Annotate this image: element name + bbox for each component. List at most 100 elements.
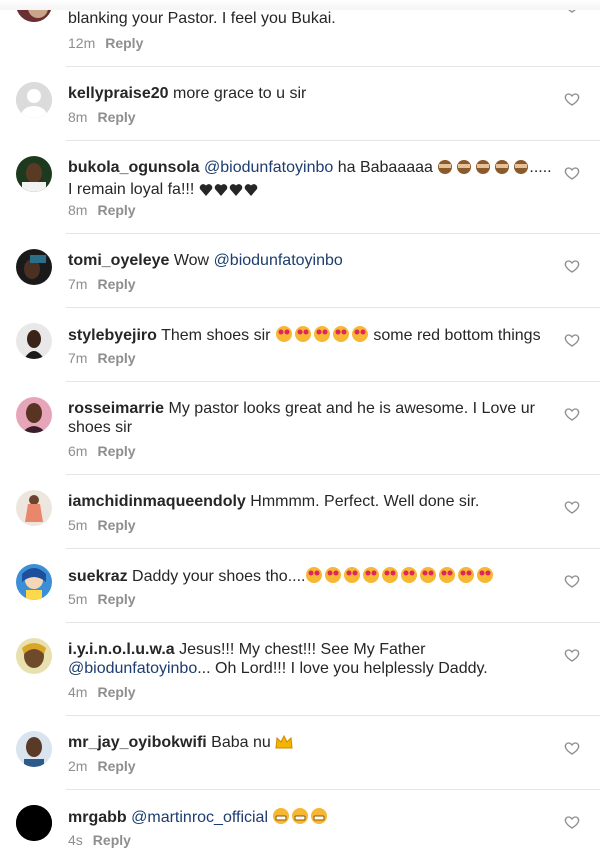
profile-photo-icon	[16, 564, 52, 600]
comment-body: Hmmmm. Perfect. Well done sir.	[250, 493, 480, 510]
comment-text: blanking your Pastor. I feel you Bukai.	[68, 9, 556, 28]
comment-text: i.y.i.n.o.l.u.w.a Jesus!!! My chest!!! S…	[68, 640, 556, 678]
heart-icon[interactable]	[564, 499, 580, 515]
profile-photo-icon	[16, 323, 52, 359]
heart-icon[interactable]	[564, 165, 580, 181]
avatar[interactable]	[16, 156, 52, 192]
comment-username[interactable]: suekraz	[68, 568, 128, 585]
comment-body: blanking your Pastor. I feel you Bukai.	[68, 10, 336, 27]
reply-button[interactable]: Reply	[97, 517, 135, 533]
comment-time: 8m	[68, 202, 88, 218]
divider	[66, 715, 600, 716]
comment-username[interactable]: i.y.i.n.o.l.u.w.a	[68, 641, 175, 658]
divider	[66, 307, 600, 308]
comment-username[interactable]: tomi_oyeleye	[68, 252, 169, 269]
comment-meta: 2m Reply	[68, 758, 136, 774]
avatar[interactable]	[16, 249, 52, 285]
avatar[interactable]	[16, 638, 52, 674]
profile-photo-icon	[16, 805, 52, 841]
comment-mention[interactable]: @martinroc_official	[131, 809, 268, 826]
avatar[interactable]	[16, 805, 52, 841]
comment-text: suekraz Daddy your shoes tho....	[68, 566, 556, 589]
heart-icon[interactable]	[564, 647, 580, 663]
reply-button[interactable]: Reply	[105, 35, 143, 51]
heart-eyes-emoji-icon	[305, 566, 495, 589]
comment-body: ha Babaaaaa	[337, 159, 433, 176]
comment-username[interactable]: rosseimarrie	[68, 400, 164, 417]
comment-meta: 5m Reply	[68, 517, 136, 533]
comment-body: more grace to u sir	[172, 85, 307, 102]
profile-photo-icon	[16, 249, 52, 285]
avatar[interactable]	[16, 731, 52, 767]
comment-body: Baba nu	[211, 734, 271, 751]
comment-mention[interactable]: @biodunfatoyinbo	[214, 252, 343, 269]
profile-photo-icon	[16, 490, 52, 526]
heart-icon[interactable]	[564, 258, 580, 274]
divider	[66, 789, 600, 790]
heart-icon[interactable]	[564, 814, 580, 830]
heart-icon[interactable]	[564, 406, 580, 422]
avatar[interactable]	[16, 564, 52, 600]
comment-time: 2m	[68, 758, 88, 774]
comment-time: 4s	[68, 832, 83, 848]
reply-button[interactable]: Reply	[97, 350, 135, 366]
comment-mention[interactable]: @biodunfatoyinbo	[204, 159, 333, 176]
reply-button[interactable]: Reply	[97, 758, 135, 774]
comment-meta: 4m Reply	[68, 684, 136, 700]
heart-icon[interactable]	[564, 91, 580, 107]
comment-text: bukola_ogunsola @biodunfatoyinbo ha Baba…	[68, 158, 556, 202]
comment-meta: 12m Reply	[68, 35, 143, 51]
avatar[interactable]	[16, 490, 52, 526]
comment-time: 4m	[68, 684, 88, 700]
comment-body: Daddy your shoes tho....	[132, 568, 306, 585]
heart-icon[interactable]	[564, 573, 580, 589]
comment-meta: 8m Reply	[68, 109, 136, 125]
comment-mention[interactable]: @biodunfatoyinbo	[68, 660, 197, 677]
comment-username[interactable]: iamchidinmaqueendoly	[68, 493, 246, 510]
reply-button[interactable]: Reply	[97, 109, 135, 125]
heart-icon[interactable]	[564, 332, 580, 348]
grinning-face-emoji-icon	[272, 807, 328, 830]
comment-username[interactable]: mrgabb	[68, 809, 127, 826]
reply-button[interactable]: Reply	[93, 832, 131, 848]
comment-body: Wow	[173, 252, 210, 269]
top-shadow	[0, 0, 600, 10]
comment-text: iamchidinmaqueendoly Hmmmm. Perfect. Wel…	[68, 492, 556, 511]
reply-button[interactable]: Reply	[97, 591, 135, 607]
divider	[66, 474, 600, 475]
comment-username[interactable]: bukola_ogunsola	[68, 159, 200, 176]
comment-time: 5m	[68, 517, 88, 533]
avatar[interactable]	[16, 397, 52, 433]
comment-text: mr_jay_oyibokwifi Baba nu	[68, 733, 556, 755]
reply-button[interactable]: Reply	[97, 276, 135, 292]
reply-button[interactable]: Reply	[97, 443, 135, 459]
profile-photo-icon	[16, 397, 52, 433]
comment-meta: 5m Reply	[68, 591, 136, 607]
divider	[66, 548, 600, 549]
see-no-evil-monkey-icon	[437, 159, 529, 180]
comment-time: 5m	[68, 591, 88, 607]
default-avatar-icon	[16, 82, 52, 118]
comment-username[interactable]: mr_jay_oyibokwifi	[68, 734, 207, 751]
avatar[interactable]	[16, 323, 52, 359]
comment-time: 6m	[68, 443, 88, 459]
reply-button[interactable]: Reply	[97, 202, 135, 218]
reply-button[interactable]: Reply	[97, 684, 135, 700]
heart-eyes-emoji-icon	[275, 325, 369, 348]
avatar[interactable]	[16, 82, 52, 118]
comment-time: 8m	[68, 109, 88, 125]
comment-body-continued: ... Oh Lord!!! I love you helplessly Dad…	[197, 660, 488, 677]
comment-body: Jesus!!! My chest!!! See My Father	[179, 641, 426, 658]
divider	[66, 66, 600, 67]
comment-meta: 7m Reply	[68, 350, 136, 366]
divider	[66, 622, 600, 623]
comment-username[interactable]: stylebyejiro	[68, 327, 157, 344]
comment-username[interactable]: kellypraise20	[68, 85, 169, 102]
comment-meta: 6m Reply	[68, 443, 136, 459]
comment-text: rosseimarrie My pastor looks great and h…	[68, 399, 556, 437]
heart-icon[interactable]	[564, 740, 580, 756]
comment-body: Them shoes sir	[161, 327, 271, 344]
crown-icon	[275, 734, 293, 755]
comment-time: 12m	[68, 35, 96, 51]
comment-text: stylebyejiro Them shoes sir some red bot…	[68, 325, 556, 348]
